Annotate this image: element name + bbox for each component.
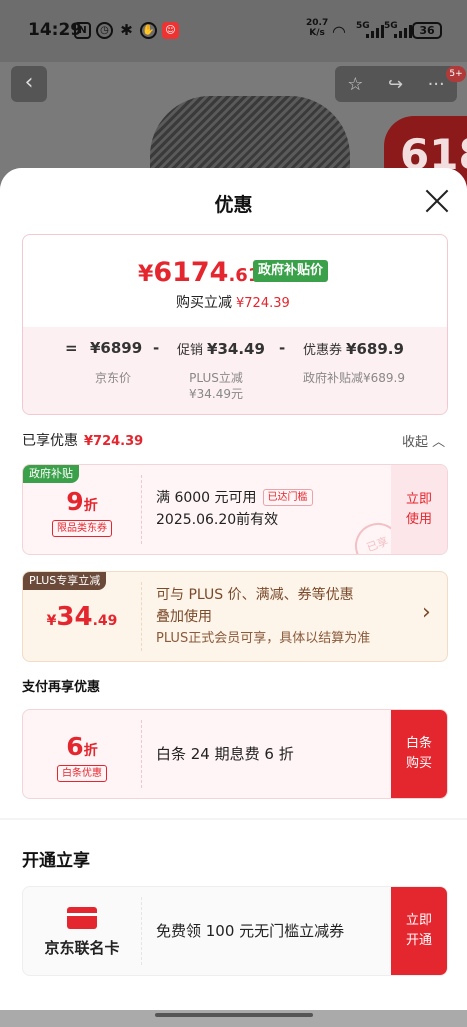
- caption-jd-price: 京东价: [95, 371, 132, 385]
- final-price: ¥6174.61: [138, 257, 261, 288]
- baitiao-description: 白条 24 期息费 6 折: [156, 745, 294, 763]
- formula-jd-price: ¥6899: [90, 339, 143, 357]
- app-notification-icon: ✋: [140, 22, 157, 39]
- baitiao-value: 6折 白条优惠: [23, 710, 141, 798]
- gov-subsidy-coupon[interactable]: 政府补贴 9折 限品类东券 满 6000 元可用 已达门槛 2025.06.20前…: [22, 464, 448, 555]
- home-indicator[interactable]: [155, 1013, 313, 1017]
- baitiao-tag: 白条优惠: [57, 765, 107, 782]
- jd-card-description: 免费领 100 元无门槛立减券: [156, 922, 345, 940]
- chevron-right-icon[interactable]: ›: [422, 600, 431, 625]
- battery-icon: 36: [412, 22, 442, 39]
- use-now-button[interactable]: 立即 使用: [391, 465, 447, 554]
- sheet-title: 优惠: [214, 194, 253, 216]
- open-card-button[interactable]: 立即 开通: [391, 887, 447, 975]
- alarm-icon: ◷: [96, 22, 113, 39]
- discount-sheet: 优惠 ¥6174.61 政府补贴价 购买立减 ¥724.39 = ¥6899 - …: [0, 168, 467, 1010]
- caption-gov: 政府补贴减¥689.9: [303, 371, 405, 385]
- price-formula: = ¥6899 - 促销 ¥34.49 - 优惠券 ¥689.9 京东价 PLUS立…: [23, 327, 447, 414]
- wifi-icon: ◠: [332, 22, 346, 41]
- signal-icon-1: [366, 24, 384, 38]
- jd-card-name: 京东联名卡: [44, 939, 120, 957]
- collapse-toggle[interactable]: 收起 ︿: [402, 431, 445, 450]
- plus-amount: ¥34.49: [46, 602, 118, 632]
- credit-card-icon: [67, 907, 97, 929]
- status-bar: 14:29 N ◷ ✱ ✋ ☺ 20.7 K/s ◠ 5G 5G 36: [0, 0, 467, 62]
- plus-discount-card[interactable]: PLUS专享立减 ¥34.49 可与 PLUS 价、满减、券等优惠 叠加使用 P…: [22, 571, 448, 662]
- jd-cobrand-card[interactable]: 京东联名卡 免费领 100 元无门槛立减券 立即 开通: [22, 886, 448, 976]
- gov-subsidy-tag: 政府补贴价: [253, 260, 329, 282]
- signal-icon-2: [394, 24, 412, 38]
- bluetooth-icon: ✱: [120, 21, 133, 39]
- formula-minus-1: -: [153, 339, 160, 357]
- pay-section-title: 支付再享优惠: [22, 680, 101, 695]
- back-button[interactable]: ‹: [11, 66, 47, 102]
- plus-description: 可与 PLUS 价、满减、券等优惠 叠加使用 PLUS正式会员可享，具体以结算为…: [156, 587, 371, 646]
- nfc-icon: N: [74, 22, 91, 39]
- chevron-up-icon: ︿: [432, 435, 446, 450]
- share-icon[interactable]: ↪: [388, 74, 403, 95]
- threshold-reached-tag: 已达门槛: [262, 489, 313, 506]
- close-icon[interactable]: [424, 188, 450, 214]
- message-badge: 5+: [446, 66, 466, 82]
- formula-coupon: 优惠券 ¥689.9: [303, 340, 404, 358]
- coupon-description: 满 6000 元可用 已达门槛 2025.06.20前有效: [156, 487, 313, 531]
- coupon-value: 9折 限品类东券: [23, 465, 141, 554]
- more-icon[interactable]: ···: [428, 74, 445, 95]
- net-speed: 20.7 K/s: [306, 18, 329, 38]
- coupon-type-tag: 限品类东券: [52, 520, 112, 537]
- baitiao-buy-button[interactable]: 白条 购买: [391, 710, 447, 798]
- formula-equals: =: [65, 339, 78, 357]
- status-icons: N ◷ ✱ ✋ ☺: [74, 22, 179, 39]
- open-section: 开通立享 京东联名卡 免费领 100 元无门槛立减券 立即 开通: [0, 820, 467, 1010]
- enjoyed-discount-total: 已享优惠 ¥724.39: [22, 433, 144, 449]
- caption-plus: PLUS立减 ¥34.49元: [189, 371, 243, 401]
- formula-minus-2: -: [279, 339, 286, 357]
- open-section-title: 开通立享: [22, 851, 90, 871]
- buy-reduce-line: 购买立减 ¥724.39: [176, 295, 290, 311]
- price-breakdown-card: ¥6174.61 政府补贴价 购买立减 ¥724.39 = ¥6899 - 促销 ¥…: [22, 234, 448, 415]
- favorite-star-icon[interactable]: ☆: [347, 74, 363, 95]
- app-notification-icon-2: ☺: [162, 22, 179, 39]
- top-actions: ☆ ↪ ···: [335, 66, 457, 102]
- jd-card-brand: 京东联名卡: [23, 887, 141, 975]
- formula-promo: 促销 ¥34.49: [177, 340, 265, 358]
- baitiao-card[interactable]: 6折 白条优惠 白条 24 期息费 6 折 白条 购买: [22, 709, 448, 799]
